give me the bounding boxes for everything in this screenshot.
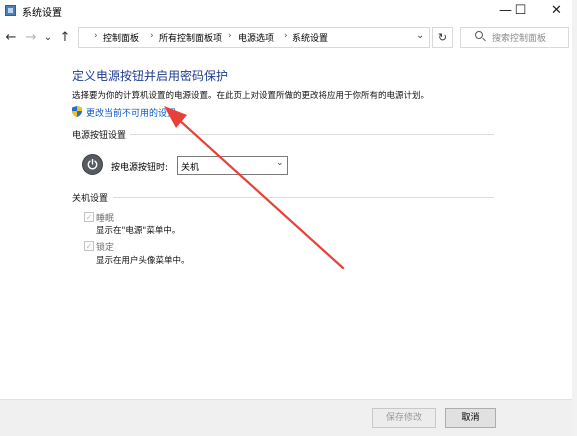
save-changes-button[interactable]: 保存修改 — [372, 408, 436, 428]
window-edge — [572, 0, 577, 436]
cancel-button[interactable]: 取消 — [445, 408, 496, 428]
annotation-arrow — [164, 106, 345, 270]
